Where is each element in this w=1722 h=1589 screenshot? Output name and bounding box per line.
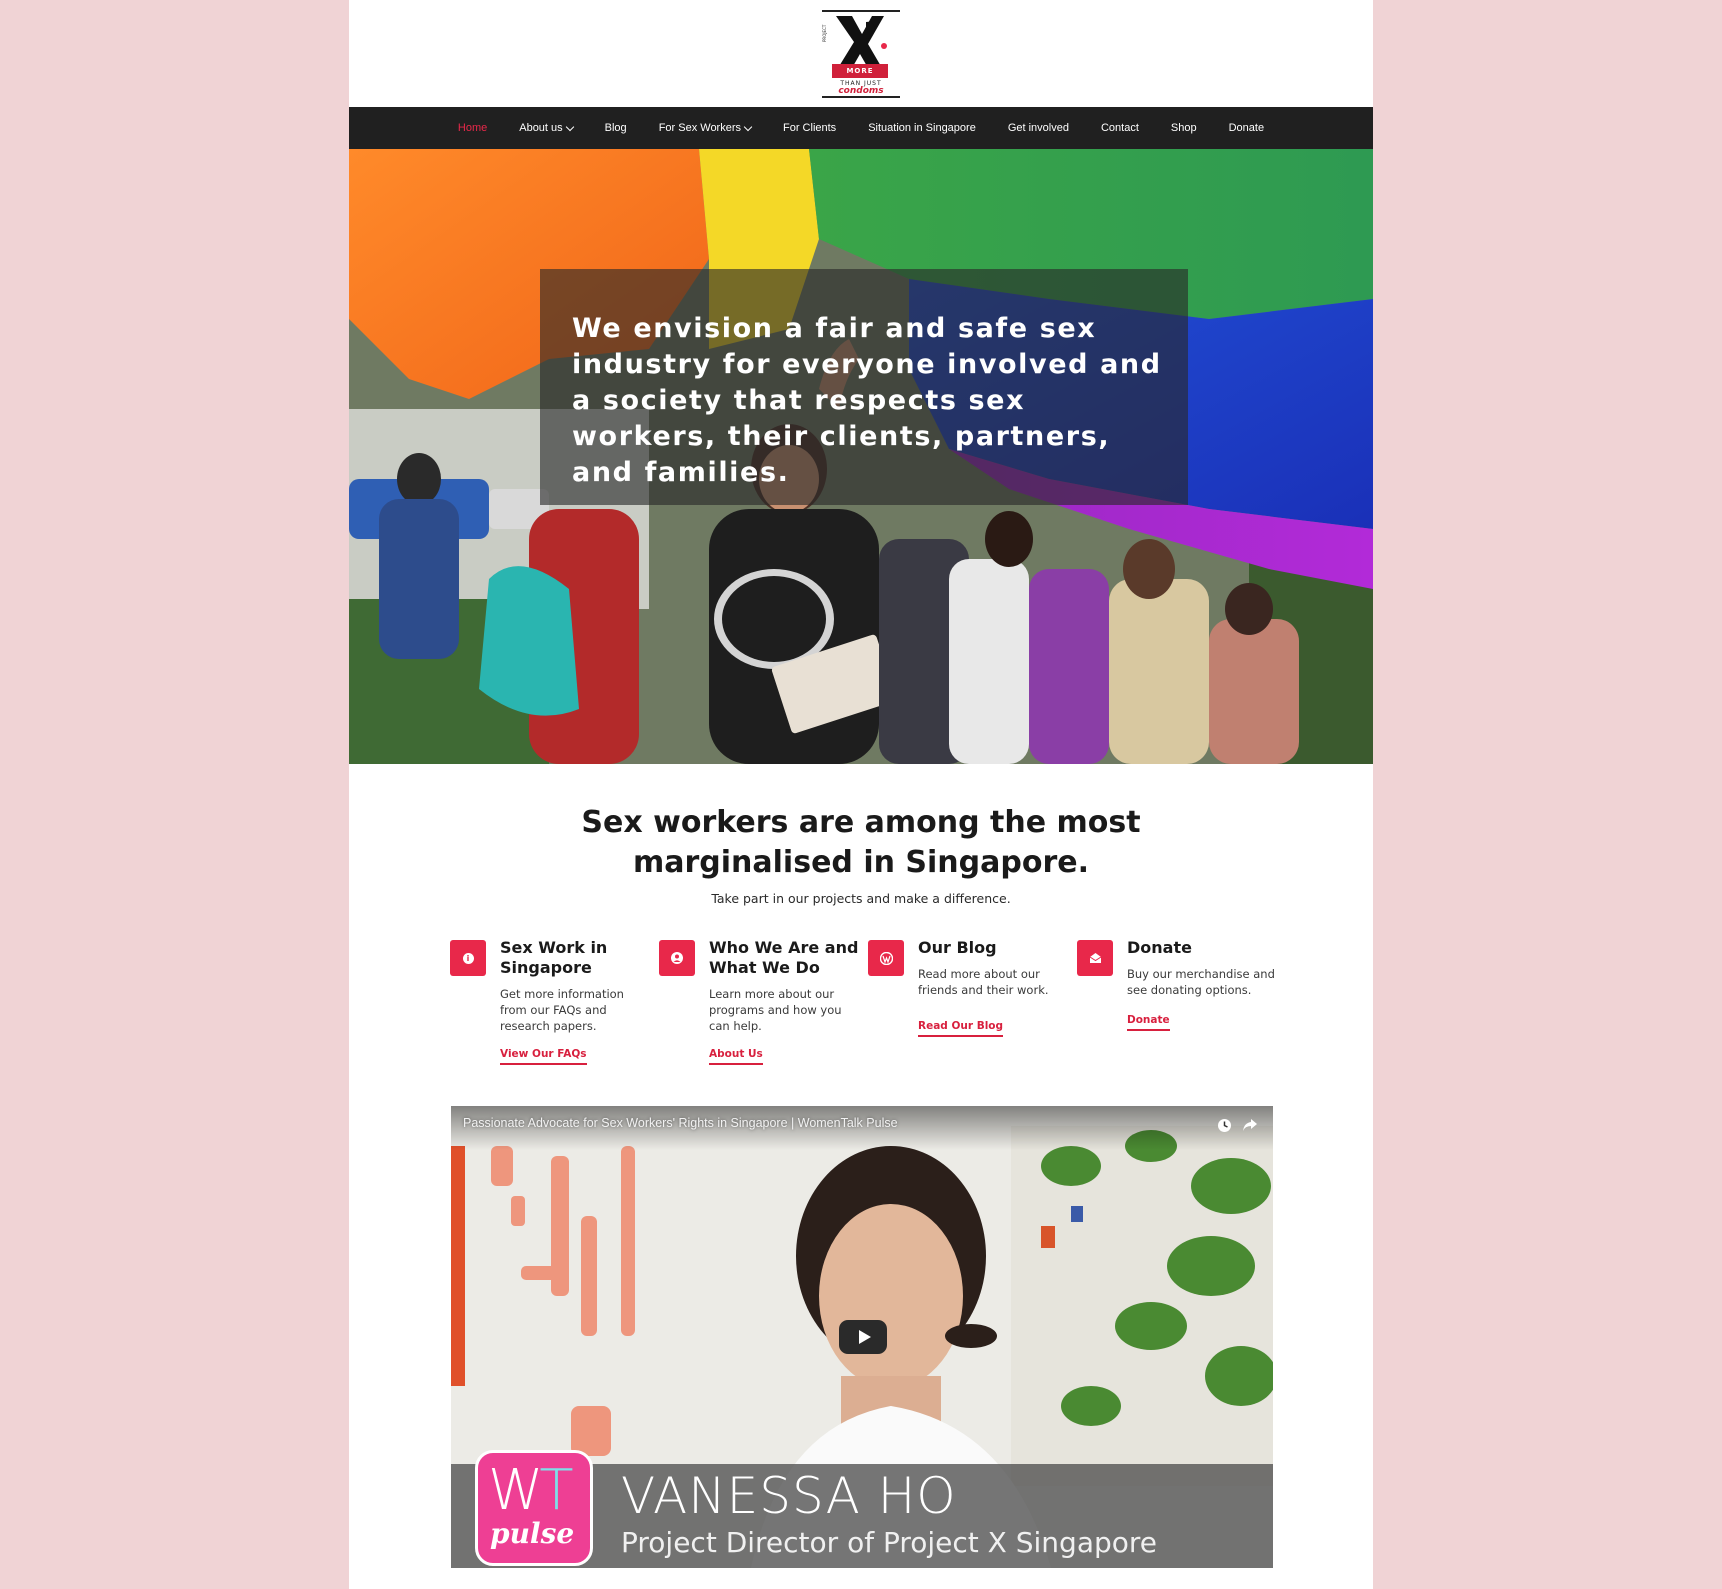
nav-item-for-clients[interactable]: For Clients — [767, 122, 852, 134]
nav-item-label: Home — [457, 122, 488, 134]
section-title: Sex workers are among the most marginali… — [349, 803, 1373, 883]
video-title[interactable]: Passionate Advocate for Sex Workers' Rig… — [463, 1116, 898, 1130]
info-icon: i — [450, 940, 486, 976]
nav-item-label: Get involved — [1007, 122, 1069, 134]
speaker-role: Project Director of Project X Singapore — [621, 1526, 1158, 1559]
nav-item-label: Blog — [604, 122, 627, 134]
nav-item-label: Situation in Singapore — [868, 122, 976, 134]
wt-pulse-logo: WT pulse — [475, 1450, 593, 1566]
feature-title: Sex Work in Singapore — [500, 938, 608, 977]
logo-project-text: PROJECT — [822, 24, 827, 42]
hero-headline: We envision a fair and safe sex industry… — [572, 313, 1162, 488]
about-us-link[interactable]: About Us — [709, 1048, 763, 1065]
play-icon — [858, 1330, 871, 1344]
feature-title: Donate — [1127, 938, 1192, 957]
play-button[interactable] — [839, 1320, 887, 1354]
nav-item-shop[interactable]: Shop — [1155, 122, 1213, 134]
nav-item-for-sex-workers[interactable]: For Sex Workers — [643, 122, 767, 134]
main-nav: Home About us Blog For Sex Workers For Clien… — [349, 107, 1373, 149]
feature-title: Our Blog — [918, 938, 997, 957]
nav-item-label: Shop — [1170, 122, 1197, 134]
feature-description: Buy our merchandise and see donating opt… — [1127, 967, 1275, 997]
nav-item-get-involved[interactable]: Get involved — [992, 122, 1085, 134]
section-title-line1: Sex workers are among the most — [581, 805, 1141, 840]
nav-item-situation-in-singapore[interactable]: Situation in Singapore — [852, 122, 992, 134]
nav-item-label: For Sex Workers — [658, 122, 741, 134]
youtube-video-embed[interactable]: Passionate Advocate for Sex Workers' Rig… — [451, 1106, 1273, 1568]
nav-item-label: For Clients — [783, 122, 837, 134]
nav-item-label: About us — [519, 122, 563, 134]
nav-item-home[interactable]: Home — [442, 122, 503, 134]
chevron-down-icon — [565, 122, 574, 131]
nav-item-about-us[interactable]: About us — [503, 122, 588, 134]
wt-logo-pulse: pulse — [490, 1517, 575, 1550]
logo-more-text: MORE — [832, 63, 888, 78]
header: PROJECT MORE THAN JUST condoms — [349, 0, 1373, 107]
envelope-icon — [1077, 940, 1113, 976]
feature-description: Read more about our friends and their wo… — [918, 967, 1049, 997]
share-icon[interactable] — [1241, 1116, 1259, 1134]
chevron-down-icon — [743, 122, 753, 131]
nav-item-contact[interactable]: Contact — [1085, 122, 1155, 134]
wt-logo-w: W — [488, 1458, 543, 1523]
nav-item-blog[interactable]: Blog — [589, 122, 643, 134]
logo-condoms-text: condoms — [838, 85, 884, 96]
page: PROJECT MORE THAN JUST condoms Home About… — [349, 0, 1373, 1589]
speaker-name: VANESSA HO — [621, 1467, 957, 1525]
read-our-blog-link[interactable]: Read Our Blog — [918, 1020, 1004, 1037]
donate-link[interactable]: Donate — [1127, 1014, 1170, 1031]
wordpress-icon — [868, 940, 904, 976]
view-faqs-link[interactable]: View Our FAQs — [500, 1048, 587, 1065]
nav-item-donate[interactable]: Donate — [1213, 122, 1280, 134]
nav-item-label: Donate — [1228, 122, 1265, 134]
hero-message-box: We envision a fair and safe sex industry… — [540, 269, 1188, 505]
section-subtitle: Take part in our projects and make a dif… — [711, 891, 1011, 906]
feature-description: Learn more about our programs and how yo… — [709, 987, 842, 1033]
nav-item-label: Contact — [1100, 122, 1139, 134]
feature-description: Get more information from our FAQs and r… — [500, 987, 624, 1033]
features-grid: i Sex Work in Singapore Get more informa… — [450, 938, 1280, 1068]
hero-banner: We envision a fair and safe sex industry… — [349, 149, 1373, 764]
site-logo[interactable]: PROJECT MORE THAN JUST condoms — [822, 9, 900, 98]
clock-icon[interactable] — [1215, 1116, 1233, 1134]
nav-list: Home About us Blog For Sex Workers For Clien… — [442, 122, 1280, 134]
feature-title: Who We Are and What We Do — [709, 938, 859, 977]
wt-logo-t: T — [539, 1458, 573, 1523]
section-title-line2: marginalised in Singapore. — [632, 845, 1090, 880]
user-icon — [659, 940, 695, 976]
